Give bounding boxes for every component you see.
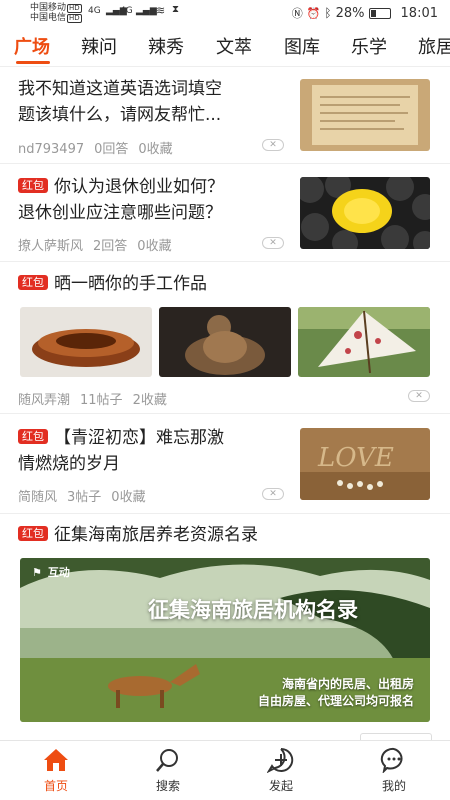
item-meta: 撩人萨斯风 2回答 0收藏 <box>18 235 182 254</box>
active-tab-indicator <box>16 61 50 64</box>
tab-learning[interactable]: 乐学 <box>351 33 387 59</box>
nav-create[interactable]: 发起 <box>251 747 311 794</box>
bottom-navigation: 首页 搜索 发起 我的 <box>0 740 450 800</box>
hd-badge: HD <box>67 4 82 13</box>
thumbnail-love-sand: LOVE <box>300 428 430 500</box>
banner-logo: ⚑ 互动 <box>32 566 70 579</box>
nfc-icon: Ⓝ <box>291 7 303 20</box>
divider <box>0 66 450 67</box>
thumbnail-umbrella <box>300 177 430 249</box>
title-line: 征集海南旅居养老资源名录 <box>54 525 258 545</box>
post-count: 11帖子 <box>80 393 123 408</box>
dismiss-button[interactable]: ✕ <box>408 390 430 402</box>
item-title: 我不知道这道英语选词填空 题该填什么，请网友帮忙... <box>18 76 222 128</box>
status-bar: 中国移动 HD 中国电信 HD 4G ▂▄▆ 4G ▂▄▆ ≋ ⧗ Ⓝ ⏰ ᛒ 28… <box>0 0 450 26</box>
category-tabs: 广场 辣问 辣秀 文萃 图库 乐学 旅居 <box>0 28 450 66</box>
item-title: 红包 晒一晒你的手工作品 <box>18 271 207 297</box>
bluetooth-icon: ᛒ <box>324 6 332 20</box>
tab-travel[interactable]: 旅居 <box>418 33 450 59</box>
network-2: 4G <box>120 6 133 16</box>
red-packet-badge: 红包 <box>18 429 48 444</box>
author: 简随风 <box>18 490 58 505</box>
nav-home[interactable]: 首页 <box>26 747 86 794</box>
banner-image: ⚑ 互动 征集海南旅居机构名录 海南省内的民居、出租房 自由房屋、代理公司均可报名 <box>20 558 430 722</box>
carrier-info: 中国移动 HD 中国电信 HD <box>30 3 82 23</box>
wifi-icon: ≋ <box>156 4 166 17</box>
nav-label: 搜索 <box>155 779 180 793</box>
tab-essays[interactable]: 文萃 <box>216 33 252 59</box>
author: 随风弄潮 <box>18 393 71 408</box>
battery-percent: 28% <box>335 5 365 21</box>
item-title: 红包 【青涩初恋】难忘那激 情燃烧的岁月 <box>18 425 224 477</box>
dismiss-button[interactable]: ✕ <box>262 488 284 500</box>
carrier-1: 中国移动 <box>30 3 67 13</box>
title-line: 情燃烧的岁月 <box>18 454 120 474</box>
nav-label: 发起 <box>268 779 293 793</box>
divider <box>0 513 450 514</box>
item-meta: 简随风 3帖子 0收藏 <box>18 486 156 505</box>
red-packet-badge: 红包 <box>18 526 48 541</box>
red-packet-badge: 红包 <box>18 275 48 290</box>
title-line: 我不知道这道英语选词填空 <box>18 79 222 99</box>
add-icon <box>267 747 294 773</box>
nav-search[interactable]: 搜索 <box>138 747 198 794</box>
item-meta: nd793497 0回答 0收藏 <box>18 138 183 157</box>
chat-icon <box>380 747 403 773</box>
nav-label: 我的 <box>381 779 406 793</box>
author: nd793497 <box>18 142 85 157</box>
divider <box>0 163 450 164</box>
favorite-count: 0收藏 <box>138 142 173 157</box>
answer-count: 0回答 <box>94 142 129 157</box>
nav-label: 首页 <box>43 779 68 793</box>
item-title: 红包 征集海南旅居养老资源名录 <box>18 522 258 548</box>
banner-subtitle-line: 海南省内的民居、出租房 <box>281 677 414 691</box>
dismiss-button[interactable]: ✕ <box>262 237 284 249</box>
title-line: 题该填什么，请网友帮忙... <box>18 105 222 125</box>
item-title: 红包 你认为退休创业如何？ 退休创业应注意哪些问题？ <box>18 174 224 226</box>
favorite-count: 0收藏 <box>137 239 172 254</box>
title-line: 晒一晒你的手工作品 <box>54 274 207 294</box>
thumbnail-paper <box>300 79 430 151</box>
hd-badge: HD <box>67 14 82 23</box>
battery-icon <box>368 7 391 19</box>
divider <box>0 261 450 262</box>
carrier-2: 中国电信 <box>30 13 67 23</box>
nav-profile[interactable]: 我的 <box>364 747 424 794</box>
alarm-icon: ⏰ <box>306 6 321 20</box>
signal-icon: ▂▄▆ <box>136 6 157 16</box>
network-1: 4G <box>88 6 101 16</box>
item-meta: 随风弄潮 11帖子 2收藏 <box>18 389 177 408</box>
divider <box>0 413 450 414</box>
dismiss-button[interactable]: ✕ <box>262 139 284 151</box>
banner-subtitle: 海南省内的民居、出租房 自由房屋、代理公司均可报名 <box>258 676 414 710</box>
title-line: 你认为退休创业如何？ <box>54 177 224 197</box>
thumbnail-carving <box>159 307 291 377</box>
favorite-count: 0收藏 <box>111 490 146 505</box>
tab-gallery[interactable]: 图库 <box>284 33 320 59</box>
tab-plaza[interactable]: 广场 <box>14 33 50 59</box>
thumbnail-wood-craft <box>20 307 152 377</box>
hourglass-icon: ⧗ <box>172 4 180 15</box>
banner-title: 征集海南旅居机构名录 <box>148 598 358 622</box>
banner-subtitle-line: 自由房屋、代理公司均可报名 <box>257 694 414 708</box>
author: 撩人萨斯风 <box>18 239 84 254</box>
answer-count: 2回答 <box>93 239 128 254</box>
svg-text:LOVE: LOVE <box>317 443 394 473</box>
red-packet-badge: 红包 <box>18 178 48 193</box>
tab-spicy-show[interactable]: 辣秀 <box>148 33 184 59</box>
banner-logo-text: 互动 <box>47 566 70 579</box>
favorite-count: 2收藏 <box>132 393 167 408</box>
tab-spicy-ask[interactable]: 辣问 <box>81 33 117 59</box>
home-icon <box>44 749 68 771</box>
search-icon <box>156 749 178 772</box>
thumbnail-paper-umbrella <box>298 307 430 377</box>
title-line: 退休创业应注意哪些问题？ <box>18 203 222 223</box>
clock: 18:01 <box>400 5 438 21</box>
post-count: 3帖子 <box>67 490 102 505</box>
title-line: 【青涩初恋】难忘那激 <box>54 428 224 448</box>
